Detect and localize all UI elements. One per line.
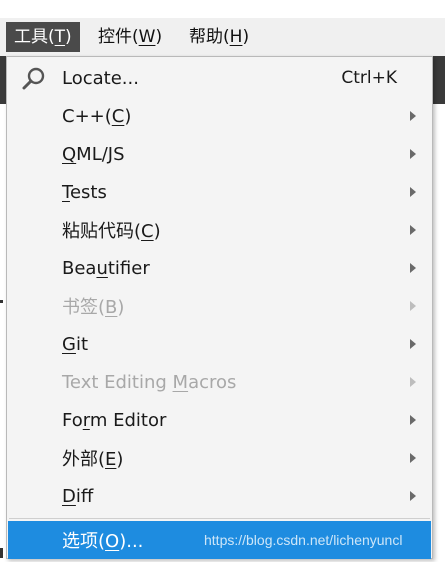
menubar-widgets-label-end: )	[155, 27, 163, 47]
menubar-tools[interactable]: 工具(T)	[6, 22, 80, 52]
menubar-help-label: 帮助(	[189, 27, 230, 47]
editor-mark	[0, 548, 3, 558]
menu-item-paste-code[interactable]: 粘贴代码(C)	[8, 211, 431, 249]
menu-item-label: Beautifier	[62, 257, 150, 279]
menu-item-form-editor[interactable]: Form Editor	[8, 401, 431, 439]
menu-item-label: Text Editing Macros	[62, 371, 237, 393]
menu-item-label: Locate...	[62, 67, 139, 89]
watermark-text: https://blog.csdn.net/lichenyuncl	[204, 532, 403, 548]
menubar-widgets-label: 控件(	[98, 27, 139, 47]
submenu-arrow-icon	[410, 301, 416, 311]
submenu-arrow-icon	[410, 377, 416, 387]
submenu-arrow-icon	[410, 453, 416, 463]
menu-item-label: Form Editor	[62, 409, 167, 431]
menubar-help[interactable]: 帮助(H)	[181, 22, 257, 52]
menu-item-label: Diff	[62, 485, 94, 507]
shortcut-label: Ctrl+K	[341, 68, 397, 88]
window-top-strip	[0, 0, 445, 18]
menu-item-label: Tests	[62, 181, 107, 203]
menu-item-label: C++(C)	[62, 105, 132, 127]
menu-bar: 工具(T) 控件(W) 帮助(H)	[0, 18, 445, 56]
menubar-tools-mnemonic: T	[54, 27, 66, 47]
submenu-arrow-icon	[410, 339, 416, 349]
tools-dropdown-menu: Locate... Ctrl+K C++(C) QML/JS Tests 粘贴代…	[6, 56, 433, 559]
menu-separator	[9, 518, 430, 519]
menubar-help-mnemonic: H	[229, 27, 243, 47]
submenu-arrow-icon	[410, 187, 416, 197]
menu-item-label: 书签(B)	[62, 297, 125, 318]
menubar-tools-label-end: )	[65, 27, 72, 47]
menu-item-label: 选项(O)...	[62, 531, 144, 552]
menu-item-qmljs[interactable]: QML/JS	[8, 135, 431, 173]
submenu-arrow-icon	[410, 149, 416, 159]
submenu-arrow-icon	[410, 225, 416, 235]
submenu-arrow-icon	[410, 263, 416, 273]
menu-item-label: QML/JS	[62, 143, 125, 165]
search-icon	[22, 67, 45, 90]
menubar-tools-label: 工具(	[14, 27, 55, 47]
editor-mark	[0, 300, 3, 303]
menu-item-external[interactable]: 外部(E)	[8, 439, 431, 477]
menu-item-label: 外部(E)	[62, 449, 124, 470]
submenu-arrow-icon	[410, 491, 416, 501]
menu-item-locate[interactable]: Locate... Ctrl+K	[8, 59, 431, 97]
menu-item-text-editing-macros: Text Editing Macros	[8, 363, 431, 401]
menu-item-beautifier[interactable]: Beautifier	[8, 249, 431, 287]
menubar-widgets[interactable]: 控件(W)	[90, 22, 170, 52]
menu-item-label: 粘贴代码(C)	[62, 221, 161, 242]
menu-item-diff[interactable]: Diff	[8, 477, 431, 515]
submenu-arrow-icon	[410, 111, 416, 121]
menu-item-git[interactable]: Git	[8, 325, 431, 363]
menu-item-tests[interactable]: Tests	[8, 173, 431, 211]
submenu-arrow-icon	[410, 415, 416, 425]
menu-item-label: Git	[62, 333, 89, 355]
menubar-help-label-end: )	[242, 27, 250, 47]
menu-item-bookmarks: 书签(B)	[8, 287, 431, 325]
menu-item-cpp[interactable]: C++(C)	[8, 97, 431, 135]
menubar-widgets-mnemonic: W	[138, 27, 156, 47]
